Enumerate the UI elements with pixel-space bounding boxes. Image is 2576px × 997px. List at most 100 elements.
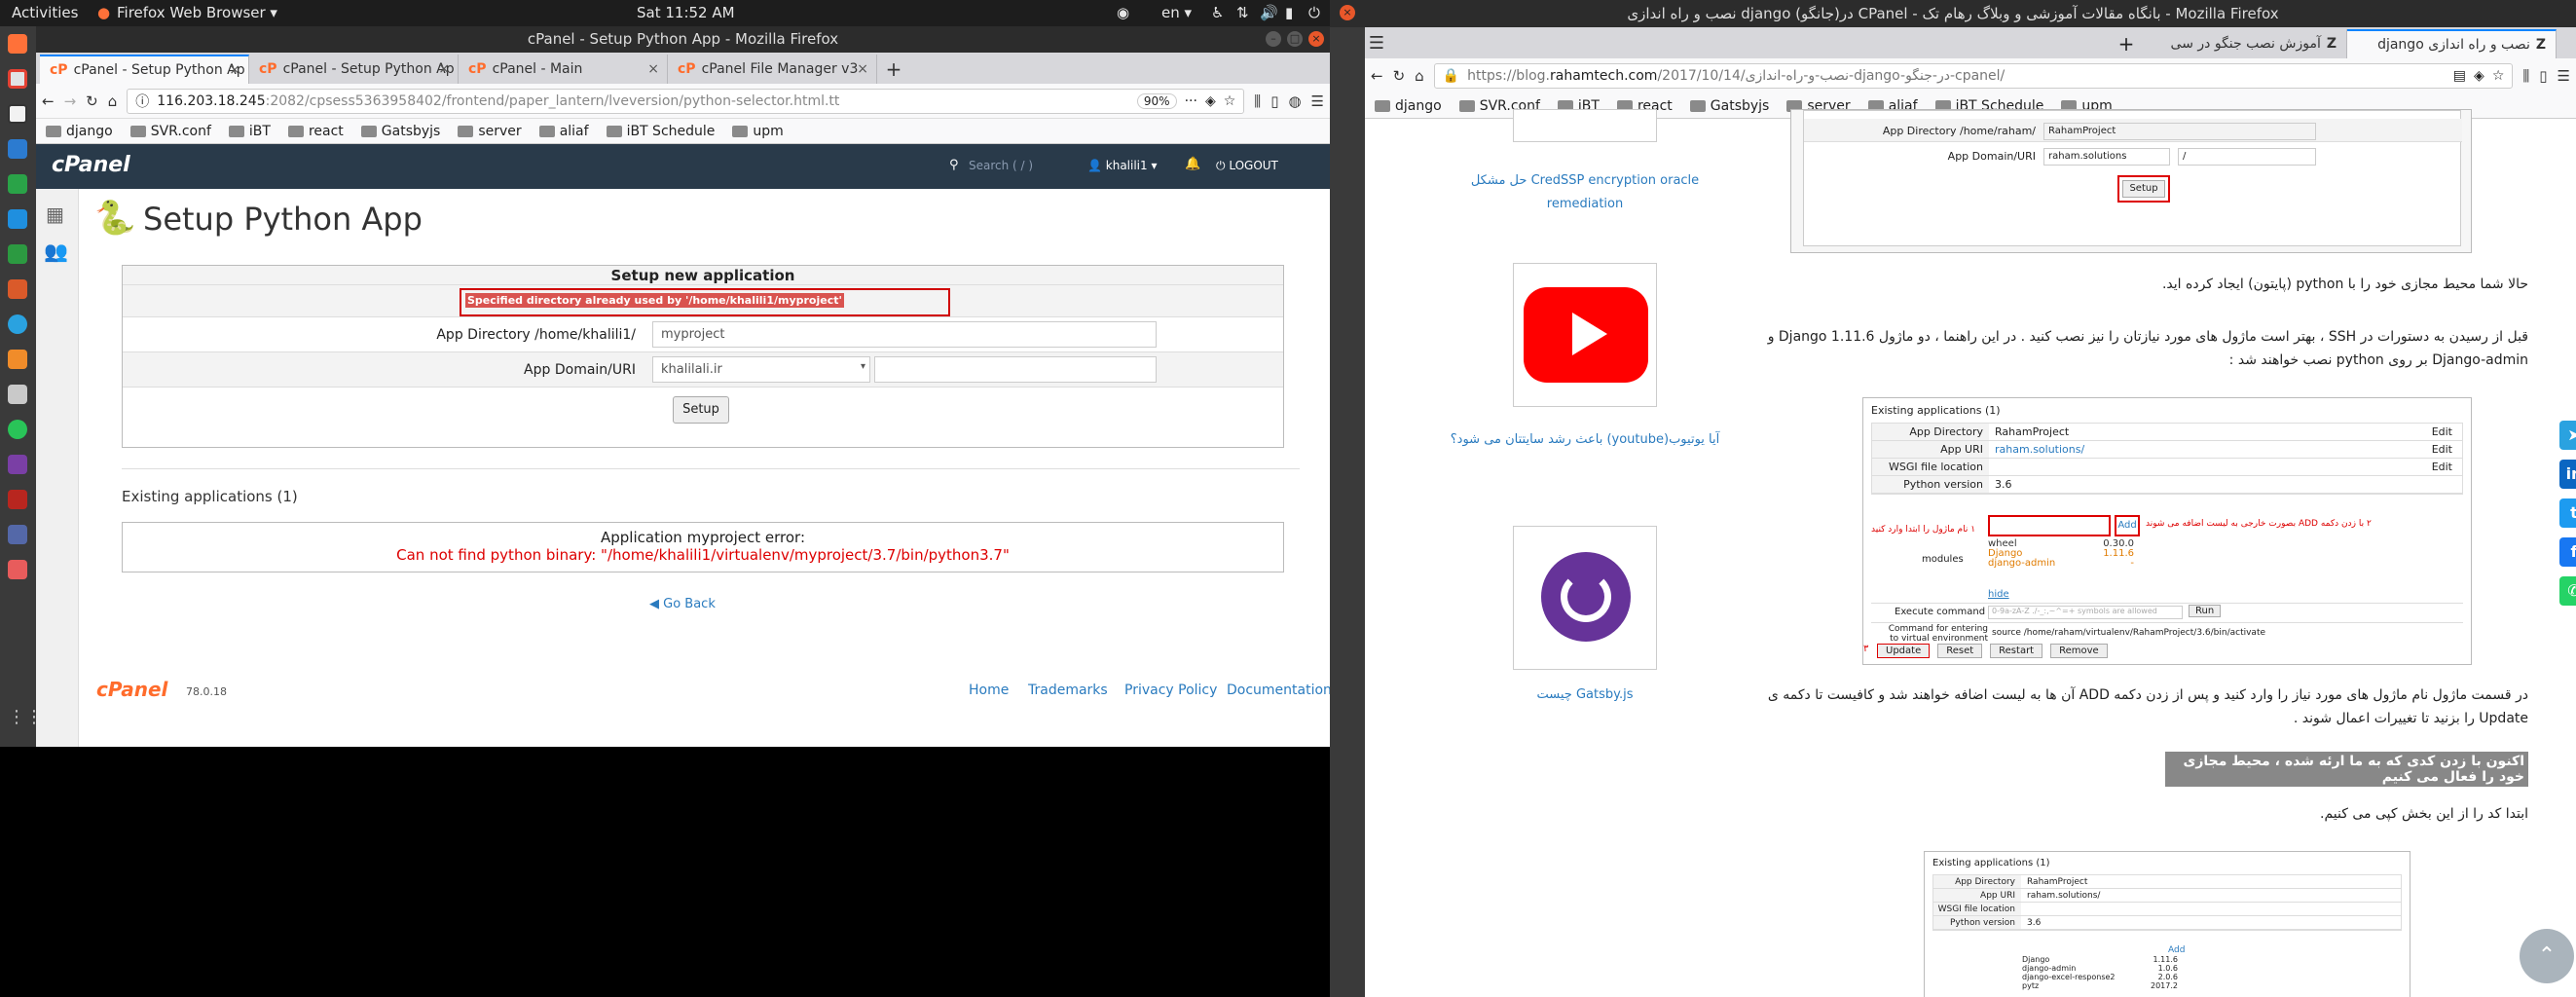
bookmark-gatsbyjs[interactable]: Gatsbyjs bbox=[1689, 98, 1769, 114]
bookmark-django[interactable]: django bbox=[46, 124, 113, 139]
reader-view-icon[interactable]: ▤ bbox=[2453, 68, 2466, 84]
bookmark-upm[interactable]: upm bbox=[732, 124, 784, 139]
pocket-icon[interactable]: ◈ bbox=[1205, 93, 1216, 109]
url-bar[interactable]: ⓘ 116.203.18.245:2082/cpsess5363958402/f… bbox=[127, 88, 1245, 114]
telegram-share-icon[interactable]: ➤ bbox=[2559, 421, 2576, 450]
extension-icon[interactable]: ◍ bbox=[1288, 92, 1301, 110]
reload-icon[interactable]: ↻ bbox=[1393, 67, 1406, 85]
cpanel-logo[interactable]: cPanel bbox=[52, 153, 130, 177]
github-icon[interactable] bbox=[8, 104, 27, 124]
library-icon[interactable]: ⫼ bbox=[2522, 67, 2529, 85]
sidebar-link-gatsby[interactable]: Gatsby.js چیست bbox=[1443, 687, 1727, 702]
page-actions-icon[interactable]: ··· bbox=[1185, 93, 1197, 109]
cpanel-footer-logo[interactable]: cPanel bbox=[96, 678, 167, 701]
tab-file-manager[interactable]: cP cPanel File Manager v3 × bbox=[668, 55, 877, 84]
info-icon[interactable]: ⓘ bbox=[135, 92, 149, 111]
tab-setup-python-2[interactable]: cP cPanel - Setup Python Ap × bbox=[249, 55, 459, 84]
filezilla-icon[interactable] bbox=[8, 490, 27, 509]
sidebar-thumb-youtube[interactable] bbox=[1513, 263, 1657, 407]
home-icon[interactable]: ⌂ bbox=[1415, 67, 1424, 85]
sidebar-icon[interactable]: ▯ bbox=[2539, 67, 2547, 85]
bookmark-django[interactable]: django bbox=[1375, 98, 1442, 114]
bookmark-react[interactable]: react bbox=[287, 124, 344, 139]
files-icon[interactable] bbox=[8, 209, 27, 229]
users-icon[interactable]: 👥 bbox=[44, 240, 68, 263]
home-icon[interactable]: ⌂ bbox=[108, 92, 118, 110]
sidebar-link-youtube[interactable]: آیا یوتیوب(youtube) باعث رشد سایتتان می … bbox=[1443, 428, 1727, 452]
chrome-icon[interactable] bbox=[8, 69, 27, 89]
clip-icon[interactable] bbox=[8, 560, 27, 579]
close-tab-icon[interactable]: × bbox=[438, 61, 450, 77]
uri-input[interactable] bbox=[874, 356, 1157, 383]
back-icon[interactable]: ← bbox=[42, 92, 55, 110]
sidebar-thumb-1[interactable] bbox=[1513, 109, 1657, 142]
library-icon[interactable]: ⫼ bbox=[1254, 92, 1261, 110]
scroll-to-top-button[interactable]: ⌃ bbox=[2520, 929, 2574, 983]
vscode-icon[interactable] bbox=[8, 139, 27, 159]
logout-button[interactable]: ⏻ LOGOUT bbox=[1216, 159, 1278, 173]
spotify-icon[interactable] bbox=[8, 244, 27, 264]
tab-setup-python-1[interactable]: cP cPanel - Setup Python Ap × bbox=[40, 55, 249, 84]
setup-button[interactable]: Setup bbox=[673, 396, 729, 424]
apps-grid-icon[interactable]: ▦ bbox=[46, 203, 64, 226]
back-icon[interactable]: ← bbox=[1371, 67, 1383, 85]
battery-icon[interactable]: ▮ bbox=[1285, 4, 1293, 21]
bookmark-server[interactable]: server bbox=[458, 124, 522, 139]
editor-icon[interactable] bbox=[8, 350, 27, 369]
close-tab-icon[interactable]: × bbox=[229, 62, 240, 78]
bookmark-star-icon[interactable]: ☆ bbox=[2492, 68, 2505, 84]
language-menu[interactable]: en ▾ bbox=[1161, 4, 1192, 21]
twitter-share-icon[interactable]: t bbox=[2559, 498, 2576, 528]
app-menu[interactable]: Firefox Web Browser ▾ bbox=[117, 4, 277, 21]
close-icon[interactable]: × bbox=[1308, 31, 1324, 47]
zoom-badge[interactable]: 90% bbox=[1136, 92, 1177, 109]
footer-documentation[interactable]: Documentation bbox=[1227, 683, 1330, 698]
mail-icon[interactable] bbox=[8, 525, 27, 544]
apps-grid-icon[interactable]: ⋮⋮ bbox=[8, 708, 43, 727]
menu-icon[interactable]: ☰ bbox=[2558, 67, 2570, 85]
close-icon[interactable]: × bbox=[1340, 5, 1355, 20]
minimize-icon[interactable]: – bbox=[1266, 31, 1281, 47]
activities-button[interactable]: Activities bbox=[12, 4, 78, 21]
volume-icon[interactable]: 🔊 bbox=[1260, 4, 1278, 21]
whatsapp-icon[interactable] bbox=[8, 420, 27, 439]
forward-icon[interactable]: → bbox=[64, 92, 77, 110]
network-icon[interactable]: ⇅ bbox=[1236, 4, 1249, 21]
app-dir-input[interactable]: myproject bbox=[652, 321, 1157, 348]
close-tab-icon[interactable]: × bbox=[857, 61, 868, 77]
bookmark-svr-conf[interactable]: SVR.conf bbox=[129, 124, 211, 139]
git-icon[interactable] bbox=[8, 279, 27, 299]
sidebar-thumb-gatsby[interactable] bbox=[1513, 526, 1657, 670]
footer-home[interactable]: Home bbox=[969, 683, 1009, 698]
linkedin-share-icon[interactable]: in bbox=[2559, 460, 2576, 489]
user-menu[interactable]: 👤 khalili1 ▾ bbox=[1087, 159, 1158, 172]
menu-icon[interactable]: ☰ bbox=[1365, 33, 1384, 54]
screenshot-icon[interactable] bbox=[8, 455, 27, 474]
sidebar-icon[interactable]: ▯ bbox=[1270, 92, 1278, 110]
dropbox-icon[interactable]: ◉ bbox=[1117, 4, 1129, 21]
bookmark-gatsbyjs[interactable]: Gatsbyjs bbox=[360, 124, 440, 139]
url-bar[interactable]: 🔒 https://blog.rahamtech.com/2017/10/14/… bbox=[1433, 63, 2514, 89]
reload-icon[interactable]: ↻ bbox=[86, 92, 98, 110]
telegram-icon[interactable] bbox=[8, 314, 27, 334]
facebook-share-icon[interactable]: f bbox=[2559, 537, 2576, 567]
bookmark-ibt-schedule[interactable]: iBT Schedule bbox=[606, 124, 715, 139]
accessibility-icon[interactable]: ♿ bbox=[1211, 4, 1224, 21]
footer-privacy[interactable]: Privacy Policy bbox=[1124, 683, 1217, 698]
sidebar-link-credssp[interactable]: حل مشکل CredSSP encryption oracle remedi… bbox=[1443, 169, 1727, 216]
maximize-icon[interactable]: □ bbox=[1287, 31, 1303, 47]
clock[interactable]: Sat 11:52 AM bbox=[637, 4, 735, 21]
text-editor-icon[interactable] bbox=[8, 385, 27, 404]
bookmark-ibt[interactable]: iBT bbox=[228, 124, 271, 139]
bookmark-aliaf[interactable]: aliaf bbox=[538, 124, 589, 139]
go-back-link[interactable]: ◀ Go Back bbox=[649, 597, 716, 611]
footer-trademarks[interactable]: Trademarks bbox=[1028, 683, 1108, 698]
search-input[interactable]: Search ( / ) bbox=[969, 159, 1033, 172]
pocket-icon[interactable]: ◈ bbox=[2474, 68, 2484, 84]
tab-django-tutorial[interactable]: Z آموزش نصب جنگو در سی bbox=[2143, 29, 2347, 58]
new-tab-button[interactable]: + bbox=[2110, 29, 2143, 58]
whatsapp-share-icon[interactable]: ✆ bbox=[2559, 576, 2576, 606]
firefox-icon[interactable] bbox=[8, 34, 27, 54]
notifications-icon[interactable]: 🔔 bbox=[1185, 157, 1200, 171]
pycharm-icon[interactable] bbox=[8, 174, 27, 194]
